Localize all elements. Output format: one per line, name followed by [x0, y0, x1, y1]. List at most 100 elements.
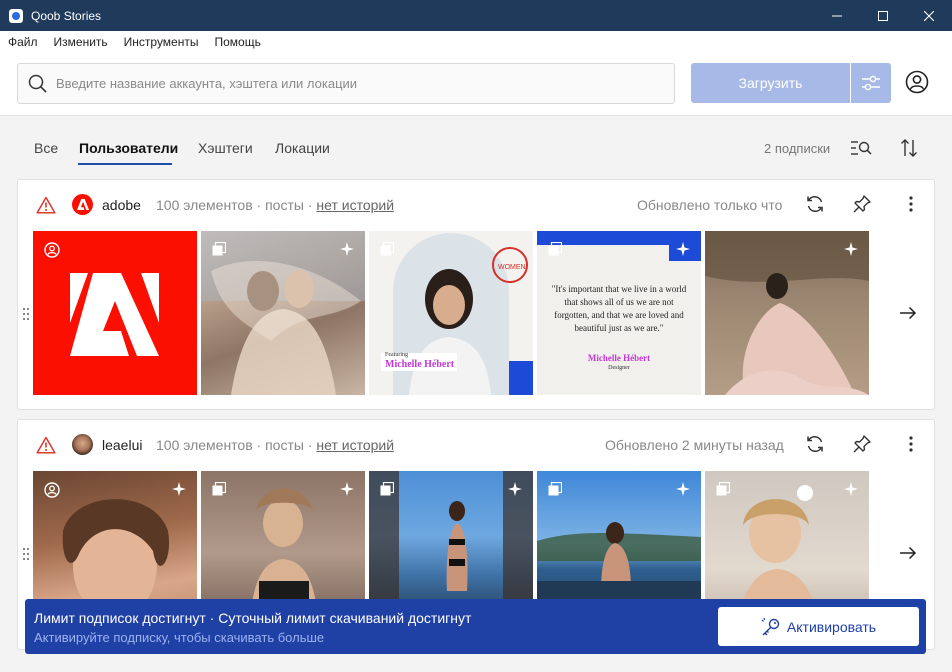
refresh-icon [807, 436, 823, 452]
pin-icon [853, 435, 871, 453]
account-card-header: adobe 100 элементов · посты · нет истори… [18, 180, 934, 230]
sparkle-icon [340, 242, 354, 256]
minimize-icon [832, 15, 842, 16]
arrow-right-icon [900, 306, 917, 320]
drag-handle-icon[interactable] [22, 307, 30, 321]
multi-photo-icon [212, 482, 226, 496]
maximize-button[interactable] [860, 0, 906, 31]
close-icon [924, 10, 934, 21]
stories-link[interactable]: нет историй [316, 197, 394, 213]
account-username[interactable]: leaelui [102, 437, 142, 453]
drag-handle-icon[interactable] [22, 547, 30, 561]
multi-photo-icon [716, 482, 730, 496]
activate-button[interactable]: Активировать [718, 607, 919, 646]
thumbnail-post[interactable]: WOMEN Featuring Michelle Hébert [369, 231, 533, 395]
limit-banner-subtitle: Активируйте подписку, чтобы скачивать бо… [34, 630, 325, 645]
account-card: adobe 100 элементов · посты · нет истори… [17, 179, 935, 410]
profile-badge-icon [44, 482, 60, 498]
tab-locations[interactable]: Локации [275, 140, 330, 156]
post-caption: Michelle Hébert [385, 359, 455, 370]
menu-edit[interactable]: Изменить [46, 35, 116, 49]
close-button[interactable] [906, 0, 952, 31]
account-meta: 100 элементов · посты · нет историй [156, 197, 394, 213]
post-quote-role: Designer [608, 365, 630, 371]
avatar[interactable] [72, 194, 93, 215]
more-button[interactable] [900, 433, 922, 455]
profile-badge-icon [44, 242, 60, 258]
more-button[interactable] [900, 193, 922, 215]
sparkle-icon [676, 482, 690, 496]
tab-users[interactable]: Пользователи [79, 140, 178, 156]
sort-button[interactable] [898, 137, 920, 159]
sparkle-icon [844, 482, 858, 496]
sparkle-icon [844, 242, 858, 256]
search-toolbar: Загрузить [0, 52, 952, 116]
multi-photo-icon [548, 242, 562, 256]
next-button[interactable] [897, 302, 919, 324]
tab-all[interactable]: Все [34, 140, 58, 156]
menu-tools[interactable]: Инструменты [116, 35, 207, 49]
thumbnail-post[interactable] [705, 231, 869, 395]
account-items-info: 100 элементов · посты · [156, 437, 313, 453]
multi-photo-icon [212, 242, 226, 256]
pin-icon [853, 195, 871, 213]
sparkle-icon [676, 242, 690, 256]
multi-photo-icon [548, 482, 562, 496]
avatar[interactable] [72, 434, 93, 455]
multi-photo-icon [380, 242, 394, 256]
download-button[interactable]: Загрузить [691, 63, 850, 103]
updated-status: Обновлено 2 минуты назад [605, 437, 784, 453]
refresh-button[interactable] [804, 193, 826, 215]
account-card-header: leaelui 100 элементов · посты · нет исто… [18, 420, 934, 470]
account-icon [905, 70, 929, 94]
account-items-info: 100 элементов · посты · [156, 197, 313, 213]
limit-banner: Лимит подписок достигнут · Суточный лими… [25, 599, 926, 654]
minimize-button[interactable] [814, 0, 860, 31]
account-username[interactable]: adobe [102, 197, 141, 213]
thumbnail-post[interactable] [201, 231, 365, 395]
thumbnail-profile[interactable] [33, 231, 197, 395]
window-controls [814, 0, 952, 31]
subscription-count: 2 подписки [764, 141, 831, 156]
filter-icon [862, 75, 880, 91]
title-bar: Qoob Stories [0, 0, 952, 31]
limit-banner-title: Лимит подписок достигнут · Суточный лими… [34, 610, 472, 626]
thumbnail-post[interactable]: "It's important that we live in a world … [537, 231, 701, 395]
sparkle-icon [508, 482, 522, 496]
adobe-logo-icon [76, 199, 89, 210]
search-input[interactable] [56, 76, 656, 91]
window-title: Qoob Stories [31, 8, 102, 23]
menu-file[interactable]: Файл [0, 35, 46, 49]
post-caption-prefix: Featuring [385, 352, 408, 358]
list-search-button[interactable] [849, 137, 873, 159]
warning-icon[interactable] [36, 196, 56, 214]
account-meta: 100 элементов · посты · нет историй [156, 437, 394, 453]
active-tab-indicator [78, 163, 172, 165]
account-button[interactable] [904, 69, 930, 95]
search-icon [28, 74, 47, 93]
tab-hashtags[interactable]: Хэштеги [198, 140, 253, 156]
more-icon [909, 436, 913, 452]
stories-link[interactable]: нет историй [316, 437, 394, 453]
sparkle-icon [172, 482, 186, 496]
refresh-button[interactable] [804, 433, 826, 455]
post-quote-author: Michelle Hébert [587, 353, 651, 363]
list-search-icon [851, 141, 872, 155]
multi-photo-icon [380, 482, 394, 496]
sort-icon [901, 139, 917, 157]
warning-icon[interactable] [36, 436, 56, 454]
sparkle-icon [340, 482, 354, 496]
arrow-right-icon [900, 546, 917, 560]
menu-help[interactable]: Помощь [206, 35, 268, 49]
maximize-icon [878, 10, 888, 21]
pin-button[interactable] [851, 193, 873, 215]
more-icon [909, 196, 913, 212]
svg-text:WOMEN: WOMEN [498, 264, 526, 271]
menu-bar: Файл Изменить Инструменты Помощь [0, 31, 952, 52]
key-icon [761, 617, 780, 635]
post-quote: "It's important that we live in a world … [551, 284, 687, 333]
search-box[interactable] [17, 63, 675, 104]
pin-button[interactable] [851, 433, 873, 455]
next-button[interactable] [897, 542, 919, 564]
filter-button[interactable] [851, 63, 891, 103]
